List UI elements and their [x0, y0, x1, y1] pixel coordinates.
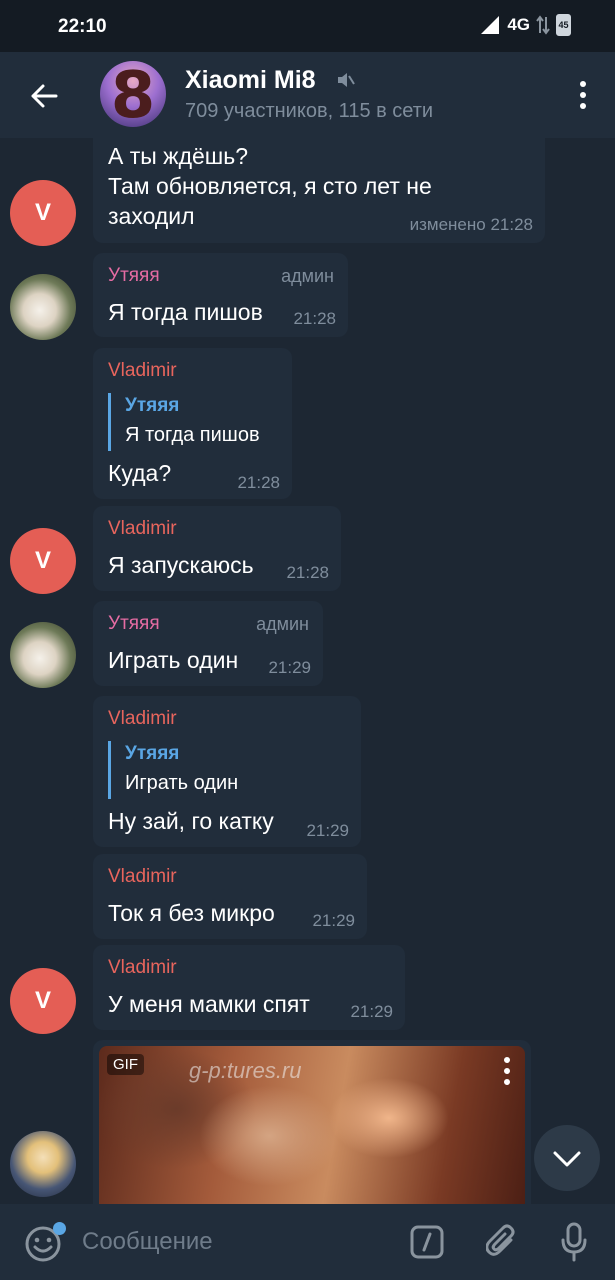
group-avatar-glyph: 8	[110, 61, 156, 127]
emoji-button[interactable]	[24, 1222, 66, 1263]
chevron-down-icon	[553, 1151, 581, 1167]
message-time: 21:28	[286, 563, 329, 582]
mute-icon	[338, 73, 355, 87]
avatar-vladimir[interactable]: V	[10, 528, 76, 594]
message-bubble[interactable]: Vladimir Утяяя Я тогда пишов Куда? 21:28	[93, 348, 292, 499]
microphone-icon[interactable]	[560, 1222, 588, 1262]
reply-sender: Утяяя	[125, 743, 180, 764]
chat-title[interactable]: Xiaomi Mi8	[185, 66, 316, 95]
reply-quote[interactable]: Утяяя Играть один	[108, 741, 238, 799]
paperclip-icon[interactable]	[486, 1224, 518, 1260]
back-arrow-icon[interactable]	[26, 78, 62, 114]
battery-icon: 45	[556, 14, 571, 36]
reply-sender: Утяяя	[125, 395, 180, 416]
message-time: 21:28	[237, 473, 280, 492]
message-text: Ну зай, го катку	[108, 808, 274, 834]
gif-media[interactable]: GIF g-p:tures.ru	[99, 1046, 525, 1204]
chat-subtitle: 709 участников, 115 в сети	[185, 100, 434, 122]
bot-command-icon[interactable]	[410, 1225, 444, 1259]
avatar-utyaya[interactable]	[10, 274, 76, 340]
message-text: Там обновляется, я сто лет не	[108, 173, 432, 199]
group-avatar[interactable]: 8	[100, 61, 166, 127]
message-list[interactable]: V А ты ждёшь? Там обновляется, я сто лет…	[0, 138, 615, 1204]
status-icons: 4G 45	[479, 14, 571, 36]
message-sender[interactable]: Vladimir	[108, 360, 177, 382]
chat-header: 8 Xiaomi Mi8 709 участников, 115 в сети	[0, 52, 615, 138]
reply-quote[interactable]: Утяяя Я тогда пишов	[108, 393, 260, 451]
reply-text: Я тогда пишов	[125, 424, 260, 446]
message-time: изменено 21:28	[409, 215, 533, 234]
message-text: Куда?	[108, 460, 172, 486]
message-text: У меня мамки спят	[108, 991, 310, 1017]
message-sender[interactable]: Vladimir	[108, 518, 177, 540]
message-bubble[interactable]: А ты ждёшь? Там обновляется, я сто лет н…	[93, 138, 545, 243]
message-time: 21:29	[268, 658, 311, 677]
message-sender[interactable]: Утяяя	[108, 265, 160, 287]
reply-text: Играть один	[125, 772, 239, 794]
message-text: Ток я без микро	[108, 900, 275, 926]
notification-dot	[53, 1222, 66, 1235]
message-text: Я тогда пишов	[108, 299, 263, 325]
message-text: Я запускаюсь	[108, 552, 254, 578]
scroll-down-button[interactable]	[534, 1125, 600, 1191]
network-type: 4G	[507, 15, 530, 34]
message-bubble[interactable]: Vladimir Я запускаюсь 21:28	[93, 506, 341, 591]
message-sender[interactable]: Vladimir	[108, 708, 177, 730]
message-sender[interactable]: Vladimir	[108, 957, 177, 979]
message-time: 21:28	[293, 309, 336, 328]
signal-icon	[481, 16, 500, 34]
more-vert-icon[interactable]	[577, 80, 589, 110]
gif-watermark: g-p:tures.ru	[189, 1058, 302, 1083]
message-bubble[interactable]: Vladimir Ток я без микро 21:29	[93, 854, 367, 939]
gif-message[interactable]: GIF g-p:tures.ru	[93, 1040, 531, 1204]
message-sender[interactable]: Утяяя	[108, 613, 160, 635]
avatar-utyaya[interactable]	[10, 622, 76, 688]
message-time: 21:29	[312, 911, 355, 930]
avatar-vladimir[interactable]: V	[10, 180, 76, 246]
gif-badge: GIF	[107, 1054, 144, 1075]
data-activity-icon	[536, 15, 550, 35]
message-bubble[interactable]: Vladimir У меня мамки спят 21:29	[93, 945, 405, 1030]
avatar-user[interactable]	[10, 1131, 76, 1197]
message-sender[interactable]: Vladimir	[108, 866, 177, 888]
message-input-bar: Сообщение	[0, 1204, 615, 1280]
message-time: 21:29	[350, 1002, 393, 1021]
message-text: заходил	[108, 203, 195, 229]
admin-badge: админ	[281, 266, 334, 286]
admin-badge: админ	[256, 614, 309, 634]
status-bar: 22:10 4G 45	[0, 0, 615, 52]
message-input[interactable]: Сообщение	[82, 1228, 213, 1256]
status-time: 22:10	[58, 16, 107, 37]
message-text: А ты ждёшь?	[108, 143, 249, 169]
message-text: Играть один	[108, 647, 239, 673]
message-bubble[interactable]: Утяяя админ Играть один 21:29	[93, 601, 323, 686]
message-time: 21:29	[306, 821, 349, 840]
more-vert-icon[interactable]	[503, 1056, 511, 1086]
message-bubble[interactable]: Vladimir Утяяя Играть один Ну зай, го ка…	[93, 696, 361, 847]
message-bubble[interactable]: Утяяя админ Я тогда пишов 21:28	[93, 253, 348, 337]
avatar-vladimir[interactable]: V	[10, 968, 76, 1034]
